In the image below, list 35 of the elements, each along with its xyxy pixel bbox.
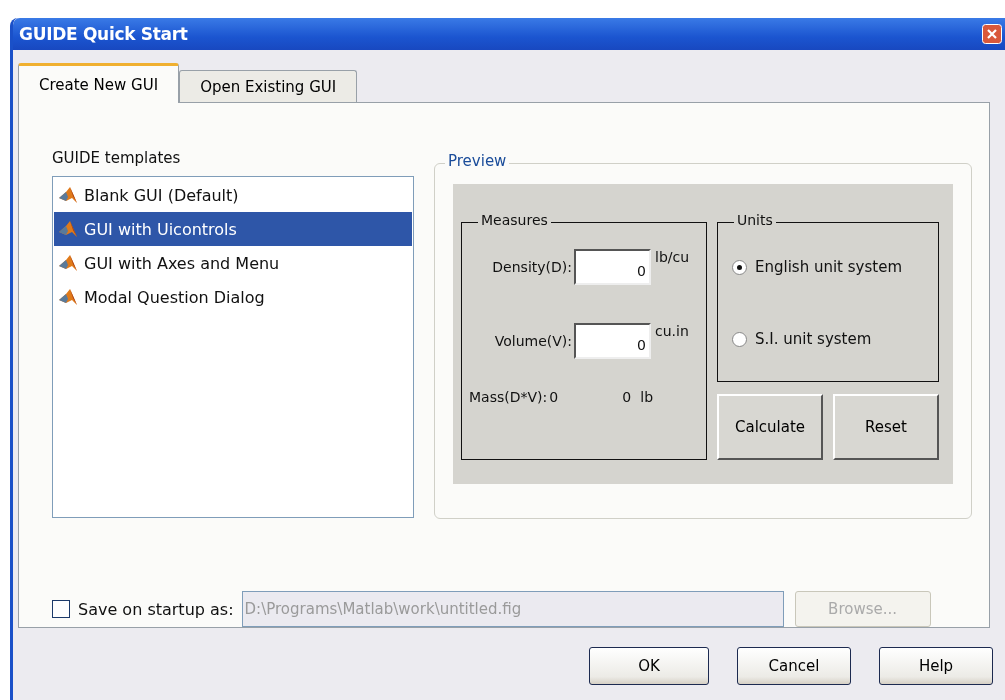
radio-button[interactable]	[732, 259, 747, 275]
template-item[interactable]: GUI with Uicontrols	[54, 212, 412, 246]
mass-result: 0	[621, 389, 632, 405]
unit-label: lb	[640, 389, 654, 405]
save-label: Save on startup as:	[78, 599, 234, 619]
unit-label: cu.in	[655, 323, 689, 339]
templates-label: GUIDE templates	[52, 149, 182, 169]
template-item[interactable]: GUI with Axes and Menu	[54, 246, 412, 280]
radio-button[interactable]	[732, 331, 747, 347]
dialog-button[interactable]: Help	[879, 647, 993, 685]
template-item[interactable]: Modal Question Dialog	[54, 280, 412, 314]
tab[interactable]: Create New GUI	[18, 63, 180, 103]
peak-icon	[58, 288, 78, 306]
window-title: GUIDE Quick Start	[19, 24, 188, 44]
radio-label: S.I. unit system	[755, 330, 872, 348]
preview-button[interactable]: Reset	[833, 394, 939, 460]
mass-label: Mass(D*V):	[468, 389, 548, 405]
field-label: Density(D):	[491, 259, 573, 275]
peak-icon	[58, 254, 78, 272]
peak-icon	[58, 186, 78, 204]
peak-icon	[58, 220, 78, 238]
field-label: Volume(V):	[493, 333, 573, 349]
number-field[interactable]: 0	[574, 249, 651, 285]
mass-value: 0	[549, 389, 560, 405]
close-icon[interactable]	[982, 24, 1002, 44]
tab[interactable]: Open Existing GUI	[179, 70, 358, 102]
units-label: Units	[734, 212, 776, 228]
preview-button[interactable]: Calculate	[717, 394, 823, 460]
number-field[interactable]: 0	[574, 323, 651, 359]
dialog-button[interactable]: OK	[589, 647, 709, 685]
dialog-button[interactable]: Cancel	[737, 647, 851, 685]
unit-label: lb/cu	[655, 249, 690, 265]
measures-label: Measures	[478, 212, 551, 228]
radio-label: English unit system	[755, 258, 902, 276]
template-item[interactable]: Blank GUI (Default)	[54, 178, 412, 212]
